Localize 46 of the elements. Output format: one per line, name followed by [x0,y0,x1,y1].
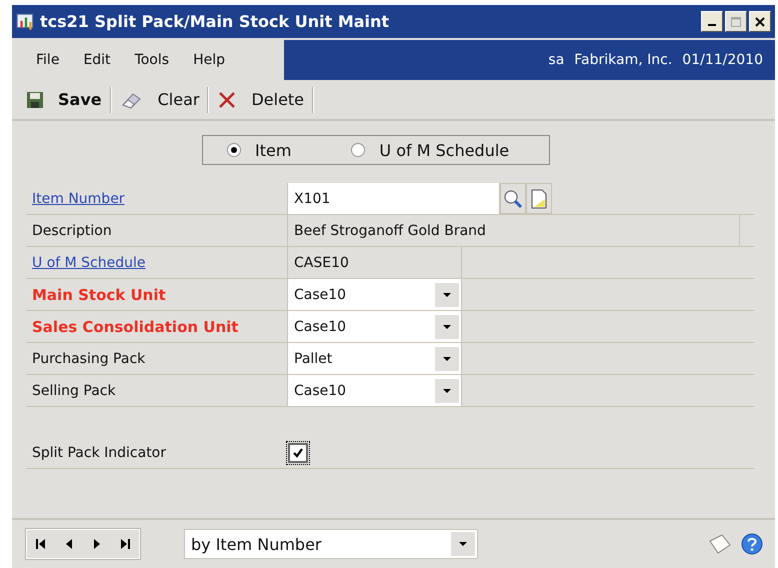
dropdown-arrow-icon [458,541,468,547]
first-icon [35,538,47,550]
radio-option[interactable]: U of M Schedule [351,140,510,160]
menu-item[interactable]: File [24,52,72,68]
lookup-button[interactable] [500,183,526,214]
user-date: 01/11/2010 [682,52,763,68]
field-label: Split Pack Indicator [31,444,168,462]
close-button[interactable] [749,11,771,32]
note-icon [707,533,733,555]
save-button[interactable]: Save [18,90,110,109]
input-field[interactable]: X101 [288,183,500,214]
delete-button[interactable]: Delete [209,90,312,110]
window-title: tcs21 Split Pack/Main Stock Unit Maint [40,12,390,31]
minimize-button[interactable] [701,11,723,32]
last-icon [119,538,131,550]
clear-button[interactable]: Clear [112,90,208,110]
search-icon [503,188,523,208]
menu-item[interactable]: Tools [122,52,182,68]
sort-dropdown[interactable]: by Item Number [184,529,478,559]
radio-option[interactable]: Item [227,140,292,160]
note-button[interactable] [707,533,733,555]
delete-x-icon [217,90,238,110]
radio-button[interactable] [351,143,366,157]
dropdown-field[interactable]: Case10 [288,279,462,310]
menu-item[interactable]: Help [181,52,237,68]
help-button[interactable] [741,533,763,555]
page-icon [531,188,547,208]
checkmark-icon [292,446,304,458]
app-icon [16,12,36,32]
checkbox[interactable] [288,442,308,462]
dropdown-arrow-icon [442,356,452,362]
dropdown-arrow-icon [442,324,452,330]
dropdown-field[interactable]: Case10 [288,311,462,342]
dropdown-field[interactable]: Pallet [288,343,462,374]
company-name: Fabrikam, Inc. [574,52,672,68]
maximize-icon [730,16,742,28]
menu-item[interactable]: Edit [71,52,123,68]
radio-button[interactable] [227,143,241,157]
minimize-icon [708,24,716,26]
help-icon [741,533,763,555]
user-name: sa [548,52,564,68]
dropdown-arrow-icon [442,292,452,298]
new-note-button[interactable] [526,183,552,214]
dropdown-field[interactable]: Case10 [288,375,462,406]
close-icon [754,16,766,28]
dropdown-arrow-icon [442,388,452,394]
